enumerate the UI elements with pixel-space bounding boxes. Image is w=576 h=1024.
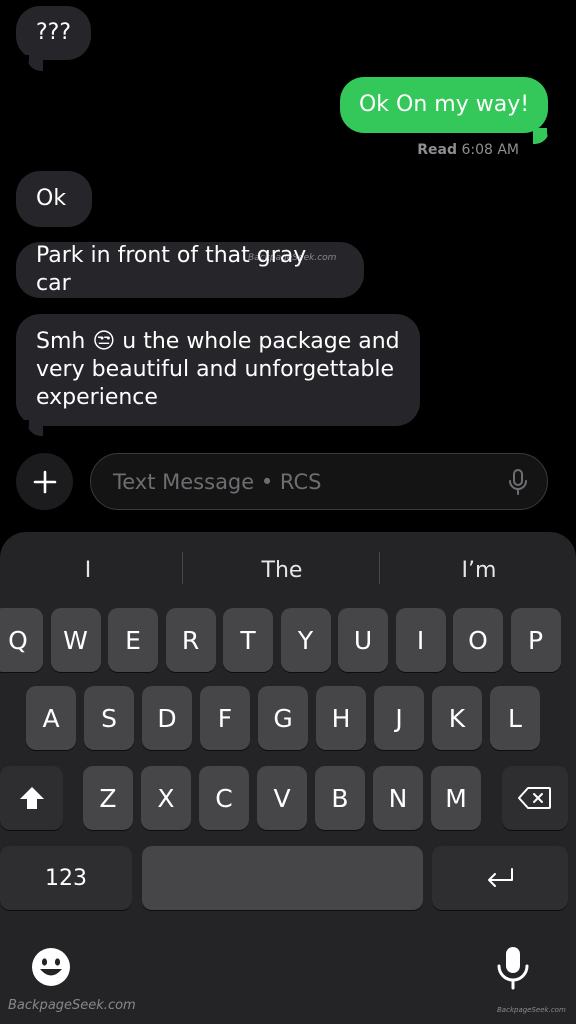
delete-icon (518, 787, 551, 809)
numbers-key[interactable]: 123 (0, 846, 132, 910)
unamused-face-emoji: 😒 (92, 329, 116, 354)
key-h[interactable]: H (316, 686, 366, 750)
key-n[interactable]: N (373, 766, 423, 830)
key-c[interactable]: C (199, 766, 249, 830)
suggestion-divider (182, 552, 183, 584)
message-line: Smh 😒 u the whole package and (36, 328, 400, 356)
key-e[interactable]: E (108, 608, 158, 672)
bubble-tail-cut (547, 128, 561, 146)
bubble-tail-cut (15, 55, 29, 73)
shift-icon (19, 787, 44, 809)
key-o[interactable]: O (453, 608, 503, 672)
message-bubble-outgoing[interactable]: Ok On my way! (340, 77, 548, 133)
shift-key[interactable] (0, 766, 63, 830)
plus-icon (33, 470, 56, 493)
message-text: Ok (36, 186, 67, 211)
suggestion-divider (379, 552, 380, 584)
key-g[interactable]: G (258, 686, 308, 750)
bubble-tail (27, 420, 43, 436)
key-p[interactable]: P (510, 608, 561, 672)
message-bubble-incoming[interactable]: Ok (16, 171, 92, 227)
key-s[interactable]: S (84, 686, 134, 750)
message-text: Ok On my way! (358, 92, 530, 117)
key-t[interactable]: T (223, 608, 273, 672)
numbers-key-label: 123 (45, 865, 87, 891)
key-l[interactable]: L (490, 686, 540, 750)
key-q[interactable]: Q (0, 608, 43, 672)
message-bubble-incoming[interactable]: Smh 😒 u the whole package and very beaut… (16, 314, 420, 426)
bubble-tail (27, 55, 43, 71)
return-icon (488, 868, 513, 887)
key-v[interactable]: V (257, 766, 307, 830)
key-k[interactable]: K (432, 686, 482, 750)
key-i[interactable]: I (395, 608, 446, 672)
add-attachment-button[interactable] (16, 453, 73, 510)
space-key[interactable] (142, 846, 423, 910)
watermark: BackpageSeek.com (8, 998, 136, 1013)
emoji-button[interactable] (30, 946, 72, 988)
key-d[interactable]: D (142, 686, 192, 750)
key-a[interactable]: A (26, 686, 76, 750)
key-f[interactable]: F (200, 686, 250, 750)
key-u[interactable]: U (338, 608, 388, 672)
message-input[interactable]: Text Message • RCS (90, 453, 548, 510)
key-j[interactable]: J (374, 686, 424, 750)
suggestion-1[interactable]: I (0, 552, 176, 588)
key-w[interactable]: W (50, 608, 101, 672)
message-text: Park in front of that gray car (36, 243, 307, 296)
watermark: BackpageSeek.com (248, 253, 337, 263)
emoji-icon (32, 948, 70, 986)
read-label: Read (417, 142, 457, 158)
message-line: experience (36, 385, 158, 410)
dictation-button[interactable] (496, 946, 530, 990)
microphone-icon[interactable] (509, 469, 527, 495)
read-time: 6:08 AM (461, 142, 519, 158)
keyboard: I The I’m QWERTYUIOP ASDFGHJKL ZXCVBNM 1… (0, 532, 576, 1024)
message-text: u the whole package and (122, 329, 400, 354)
key-x[interactable]: X (141, 766, 191, 830)
message-text: Smh (36, 329, 86, 354)
message-text: ??? (35, 20, 72, 45)
key-b[interactable]: B (315, 766, 365, 830)
watermark: BackpageSeek.com (497, 1006, 566, 1014)
message-input-placeholder: Text Message • RCS (113, 469, 322, 494)
message-line: very beautiful and unforgettable (36, 357, 395, 382)
delete-key[interactable] (502, 766, 568, 830)
message-bubble-incoming[interactable]: ??? (16, 6, 91, 60)
key-r[interactable]: R (165, 608, 216, 672)
microphone-icon (497, 947, 529, 990)
suggestion-2[interactable]: The (188, 552, 376, 588)
key-y[interactable]: Y (280, 608, 331, 672)
message-bubble-incoming[interactable]: Park in front of that gray car (16, 242, 364, 298)
return-key[interactable] (432, 846, 568, 910)
key-z[interactable]: Z (83, 766, 133, 830)
key-m[interactable]: M (431, 766, 481, 830)
suggestion-3[interactable]: I’m (385, 552, 573, 588)
read-receipt: Read 6:08 AM (417, 142, 519, 158)
bubble-tail-cut (15, 420, 29, 438)
